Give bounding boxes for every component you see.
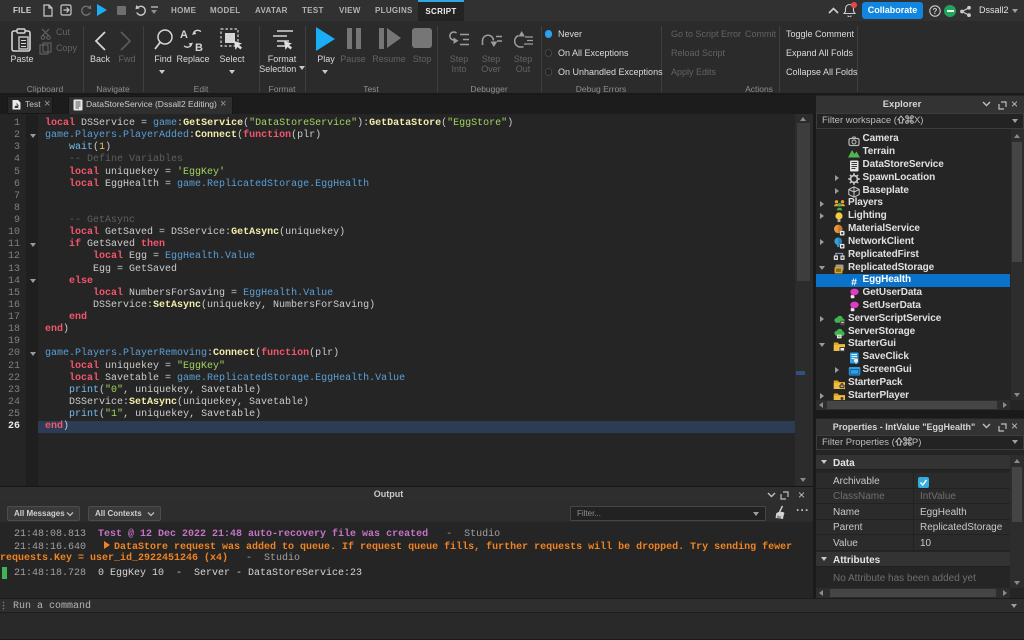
svg-text:B: B [195, 42, 203, 53]
svg-text:A: A [180, 29, 188, 41]
svg-text:?: ? [933, 7, 938, 16]
svg-text:#: # [851, 276, 857, 288]
